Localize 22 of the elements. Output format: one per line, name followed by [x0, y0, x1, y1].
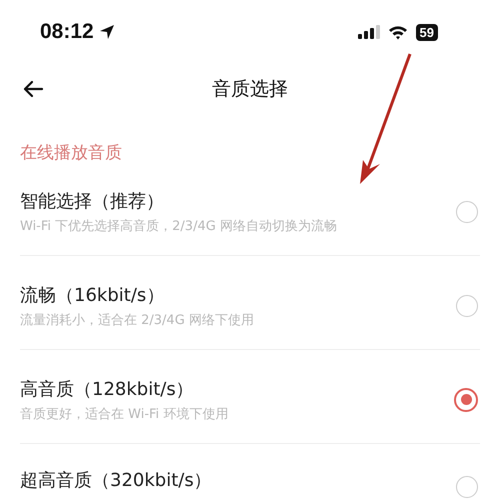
- option-title: 超高音质（320kbit/s）: [20, 469, 212, 492]
- page-title: 音质选择: [212, 77, 288, 102]
- wifi-icon: [388, 24, 408, 40]
- battery-indicator: 59: [416, 24, 438, 40]
- option-title: 流畅（16kbit/s）: [20, 284, 166, 306]
- radio-button[interactable]: [456, 294, 478, 316]
- section-label: 在线播放音质: [19, 142, 123, 162]
- radio-button[interactable]: [456, 476, 478, 498]
- option-description: Wi-Fi 下优先选择高音质，2/3/4G 网络自动切换为流畅: [20, 218, 337, 234]
- option-title: 高音质（128kbit/s）: [20, 378, 195, 400]
- radio-button[interactable]: [454, 388, 478, 412]
- radio-button[interactable]: [456, 200, 478, 222]
- location-arrow-icon: [98, 24, 115, 40]
- quality-option[interactable]: 超高音质（320kbit/s）: [20, 444, 480, 500]
- signal-icon: [358, 25, 380, 39]
- option-description: 流量消耗小，适合在 2/3/4G 网络下使用: [20, 312, 254, 328]
- back-arrow-icon[interactable]: [22, 80, 44, 98]
- option-title: 智能选择（推荐）: [20, 190, 165, 212]
- quality-option[interactable]: 高音质（128kbit/s） 音质更好，适合在 Wi-Fi 环境下使用: [20, 350, 480, 444]
- quality-option[interactable]: 流畅（16kbit/s） 流量消耗小，适合在 2/3/4G 网络下使用: [20, 256, 480, 350]
- option-description: 音质更好，适合在 Wi-Fi 环境下使用: [20, 406, 228, 422]
- status-time: 08:12: [40, 20, 94, 44]
